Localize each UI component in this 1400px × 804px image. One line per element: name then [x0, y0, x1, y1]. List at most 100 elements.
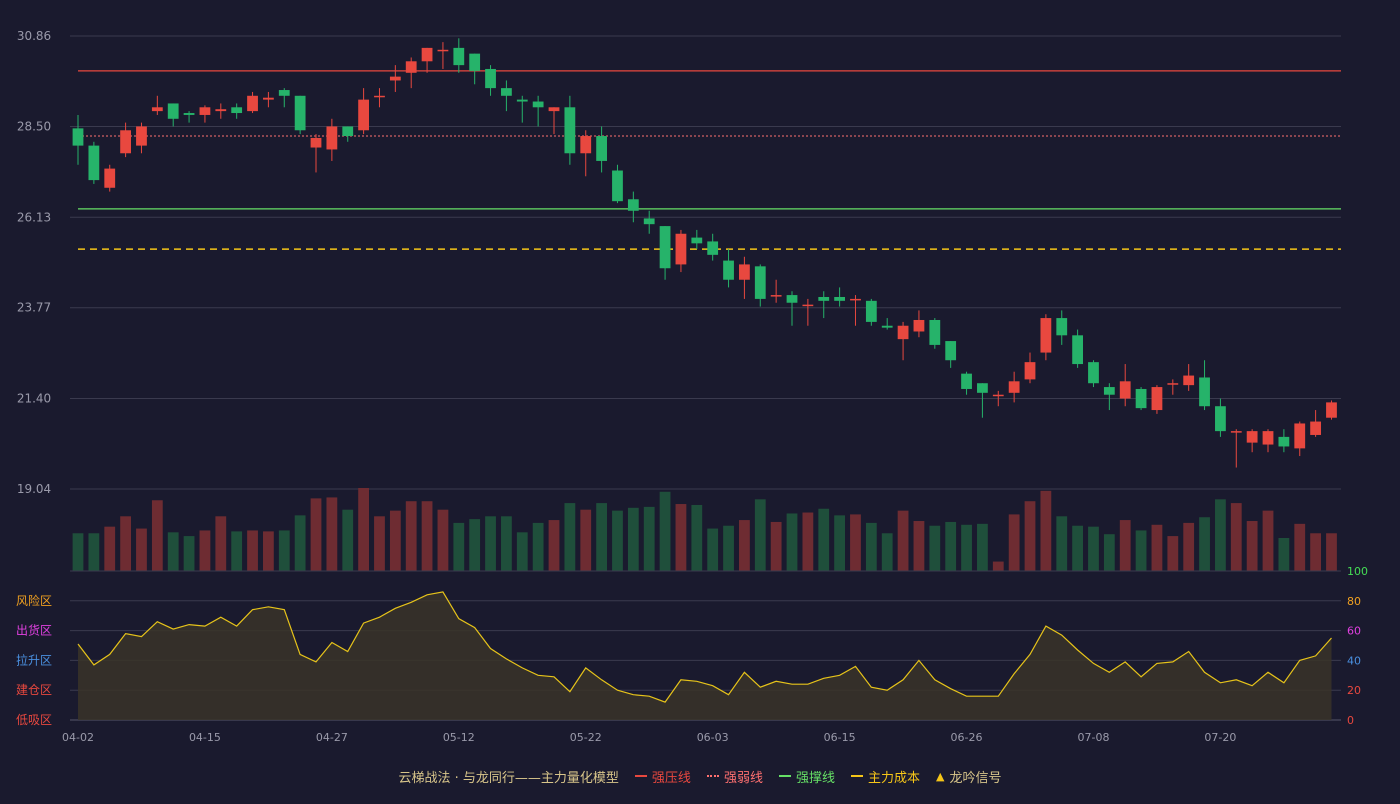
candle-body [913, 319, 925, 332]
volume-bar [1072, 525, 1084, 571]
volume-bar [1024, 501, 1036, 571]
candle-body [278, 90, 290, 96]
candlestick-chart: 30.86 28.50 26.13 23.77 21.40 19.04 100 80 60 40 2… [16, 29, 1368, 744]
volume-bar [374, 516, 385, 571]
candle-body [263, 97, 274, 100]
volume-bar [770, 521, 782, 571]
volume-bar [977, 523, 988, 571]
candle-body [850, 298, 861, 301]
candle-body [992, 394, 1004, 397]
volume-bar [405, 501, 417, 571]
candle-body [405, 61, 417, 73]
volume-bar [739, 520, 750, 571]
candle-body [1294, 423, 1306, 449]
date-tick-label: 04-27 [316, 731, 348, 744]
legend-item-strong-pressure[interactable]: 强压线 [634, 767, 691, 786]
volume-bar [199, 530, 211, 571]
candle-body [580, 136, 592, 154]
candle-body [612, 170, 623, 202]
volume-bar [548, 520, 560, 571]
indicator-tick-label: 80 [1347, 595, 1361, 608]
date-tick-label: 06-15 [824, 731, 856, 744]
volume-bar [865, 522, 877, 571]
candle-body [1326, 402, 1337, 418]
legend-item-strong-support[interactable]: 强撑线 [778, 767, 835, 786]
volume-bar [231, 531, 243, 571]
volume-bar [596, 503, 608, 571]
dotted-line-icon [706, 775, 719, 777]
legend-item-strong-weak[interactable]: 强弱线 [706, 767, 763, 786]
indicator-tick-label: 0 [1347, 714, 1354, 727]
volume-bar [1183, 522, 1195, 571]
solid-line-icon [778, 775, 791, 777]
legend-item-dragon-signal[interactable]: ▲ 龙吟信号 [936, 767, 1001, 786]
legend-label: 强弱线 [723, 770, 763, 786]
volume-bar [104, 526, 116, 571]
candle-body [1088, 362, 1099, 384]
chart-legend: 云梯战法 · 与龙同行——主力量化模型 强压线 强弱线 强撑线 主力成本 ▲ 龙… [0, 766, 1400, 786]
volume-bar [834, 515, 846, 571]
date-tick-label: 04-15 [189, 731, 221, 744]
volume-bar [278, 530, 290, 571]
volume-bar [342, 509, 354, 571]
date-tick-label: 07-08 [1077, 731, 1109, 744]
candle-body [516, 99, 528, 102]
candle-body [358, 99, 369, 131]
candle-body [1072, 335, 1084, 365]
volume-bar [247, 530, 258, 571]
volume-bar [453, 522, 465, 571]
candle-body [136, 126, 147, 146]
candle-body [199, 107, 211, 115]
volume-bar [659, 491, 671, 571]
candle-body [548, 107, 560, 112]
candle-body [88, 145, 100, 181]
candle-body [1310, 421, 1322, 435]
volume-bar [929, 525, 941, 571]
candle-body [1008, 381, 1020, 393]
candle-body [1230, 431, 1242, 433]
candle-body [151, 107, 163, 112]
volume-bar [516, 532, 528, 571]
volume-bar [1119, 520, 1131, 571]
volume-bar [389, 510, 401, 571]
volume-bar [485, 516, 496, 571]
zone-label: 低吸区 [16, 713, 52, 727]
volume-bar [1151, 524, 1163, 571]
candle-body [1262, 431, 1274, 445]
zone-label: 风险区 [16, 593, 52, 608]
volume-bar [945, 521, 957, 571]
candle-body [1215, 406, 1226, 432]
volume-bar [1167, 536, 1179, 571]
volume-bar [1230, 503, 1242, 571]
candle-body [770, 295, 782, 297]
date-tick-label: 04-02 [62, 731, 94, 744]
chart-stage: 30.86 28.50 26.13 23.77 21.40 19.04 100 80 60 40 2… [0, 0, 1400, 800]
volume-bar [120, 516, 131, 571]
solid-line-icon [634, 775, 647, 777]
candle-body [485, 68, 496, 89]
price-tick-label: 30.86 [17, 29, 51, 43]
candle-body [659, 226, 671, 269]
price-tick-label: 28.50 [17, 119, 51, 133]
legend-item-main-cost[interactable]: 主力成本 [850, 767, 920, 786]
candle-body [326, 126, 338, 150]
candle-body [786, 295, 798, 303]
volume-bar [1056, 516, 1068, 571]
volume-bar [627, 507, 639, 571]
candle-body [437, 49, 449, 52]
candle-body [707, 241, 719, 255]
candle-body [374, 95, 385, 98]
candle-body [977, 383, 988, 393]
candle-body [1056, 318, 1068, 336]
date-tick-label: 07-20 [1204, 731, 1236, 744]
zone-label: 出货区 [16, 623, 52, 638]
candle-body [1199, 377, 1210, 407]
indicator-tick-label: 40 [1347, 654, 1361, 667]
candle-body [469, 53, 481, 71]
candle-body [247, 95, 258, 112]
legend-label: 强压线 [651, 770, 691, 786]
legend-label: 龙吟信号 [949, 770, 1002, 786]
candle-body [643, 218, 655, 225]
candle-body [342, 126, 354, 137]
volume-bar [802, 512, 814, 571]
